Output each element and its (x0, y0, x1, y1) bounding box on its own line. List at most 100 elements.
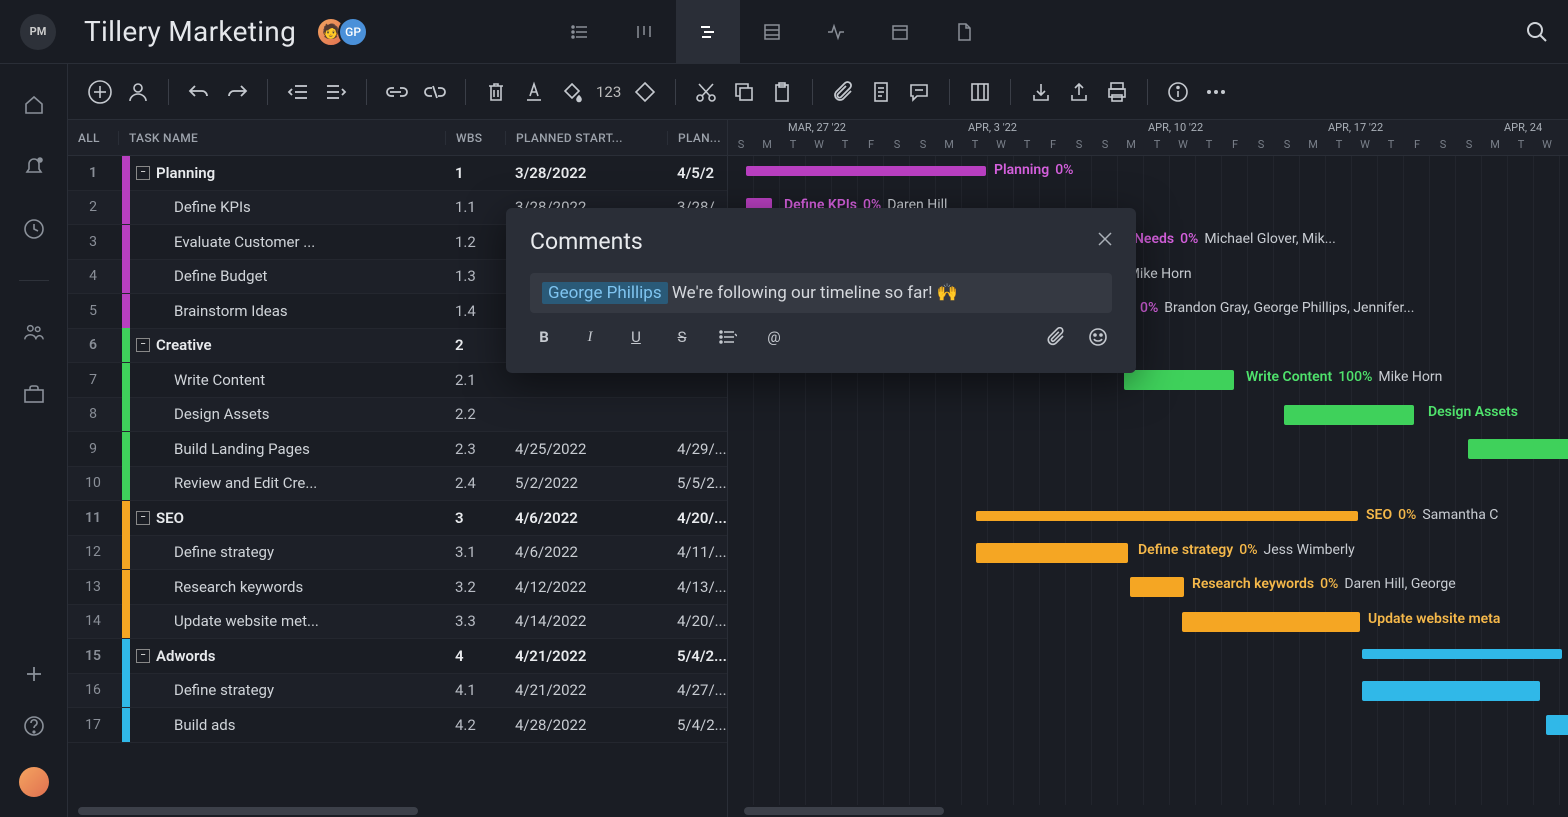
project-title[interactable]: Tillery Marketing (84, 15, 296, 48)
close-icon[interactable] (1096, 230, 1114, 248)
paste-icon[interactable] (768, 78, 796, 106)
end-cell[interactable]: 5/4/2... (667, 647, 727, 665)
end-cell[interactable]: 4/13/... (667, 578, 727, 596)
wbs-cell[interactable]: 2.1 (445, 371, 505, 389)
task-name[interactable]: Define strategy (174, 543, 274, 561)
task-name[interactable]: Define Budget (174, 267, 267, 285)
columns-icon[interactable] (966, 78, 994, 106)
cut-icon[interactable] (692, 78, 720, 106)
text-color-icon[interactable] (520, 78, 548, 106)
task-name[interactable]: Build Landing Pages (174, 440, 310, 458)
export-icon[interactable] (1065, 78, 1093, 106)
end-cell[interactable]: 4/11/... (667, 543, 727, 561)
task-name[interactable]: Planning (156, 164, 215, 182)
copy-icon[interactable] (730, 78, 758, 106)
collapse-icon[interactable]: − (136, 338, 150, 352)
user-avatar[interactable] (19, 767, 49, 797)
briefcase-icon[interactable] (23, 383, 45, 405)
wbs-cell[interactable]: 4 (445, 647, 505, 665)
task-row[interactable]: 1 − Planning 1 3/28/2022 4/5/2 (68, 156, 727, 191)
end-cell[interactable]: 5/5/2... (667, 474, 727, 492)
undo-icon[interactable] (185, 78, 213, 106)
task-name[interactable]: Design Assets (174, 405, 270, 423)
wbs-cell[interactable]: 1 (445, 164, 505, 182)
task-row[interactable]: 17 Build ads 4.2 4/28/2022 5/4/2... (68, 708, 727, 743)
avatar-user-2[interactable]: GP (338, 17, 368, 47)
start-cell[interactable]: 4/6/2022 (505, 543, 667, 561)
end-cell[interactable]: 4/27/... (667, 681, 727, 699)
search-icon[interactable] (1526, 21, 1548, 43)
list-format-icon[interactable] (714, 323, 742, 351)
toolbar-number[interactable]: 123 (596, 83, 621, 101)
task-name[interactable]: Brainstorm Ideas (174, 302, 288, 320)
gantt-bar[interactable] (1362, 681, 1540, 701)
add-task-icon[interactable] (86, 78, 114, 106)
gantt-bar[interactable] (1182, 612, 1360, 632)
start-cell[interactable]: 4/28/2022 (505, 716, 667, 734)
grid-scrollbar[interactable] (74, 807, 721, 815)
mention-chip[interactable]: George Phillips (542, 282, 668, 304)
task-row[interactable]: 13 Research keywords 3.2 4/12/2022 4/13/… (68, 570, 727, 605)
end-cell[interactable]: 5/4/2... (667, 716, 727, 734)
end-cell[interactable]: 4/20/... (667, 612, 727, 630)
people-icon[interactable] (23, 321, 45, 343)
gantt-bar[interactable] (746, 166, 986, 176)
wbs-cell[interactable]: 4.2 (445, 716, 505, 734)
collapse-icon[interactable]: − (136, 166, 150, 180)
attachment-icon[interactable] (829, 78, 857, 106)
col-end[interactable]: PLAN... (667, 131, 727, 145)
wbs-cell[interactable]: 3.1 (445, 543, 505, 561)
gantt-bar[interactable] (976, 543, 1128, 563)
collapse-icon[interactable]: − (136, 511, 150, 525)
print-icon[interactable] (1103, 78, 1131, 106)
add-icon[interactable] (23, 663, 45, 685)
task-name[interactable]: Write Content (174, 371, 265, 389)
wbs-cell[interactable]: 2.2 (445, 405, 505, 423)
italic-icon[interactable]: I (576, 323, 604, 351)
end-cell[interactable]: 4/29/... (667, 440, 727, 458)
help-icon[interactable] (23, 715, 45, 737)
task-name[interactable]: Evaluate Customer ... (174, 233, 315, 251)
task-row[interactable]: 16 Define strategy 4.1 4/21/2022 4/27/..… (68, 674, 727, 709)
comment-input[interactable]: George Phillips We're following our time… (530, 273, 1112, 313)
start-cell[interactable]: 4/14/2022 (505, 612, 667, 630)
view-sheet-icon[interactable] (740, 0, 804, 64)
task-row[interactable]: 14 Update website met... 3.3 4/14/2022 4… (68, 605, 727, 640)
info-icon[interactable] (1164, 78, 1192, 106)
wbs-cell[interactable]: 3 (445, 509, 505, 527)
view-file-icon[interactable] (932, 0, 996, 64)
wbs-cell[interactable]: 1.3 (445, 267, 505, 285)
task-row[interactable]: 10 Review and Edit Cre... 2.4 5/2/2022 5… (68, 467, 727, 502)
import-icon[interactable] (1027, 78, 1055, 106)
fill-color-icon[interactable] (558, 78, 586, 106)
task-row[interactable]: 15 − Adwords 4 4/21/2022 5/4/2... (68, 639, 727, 674)
attach-icon[interactable] (1042, 323, 1070, 351)
task-name[interactable]: Adwords (156, 647, 215, 665)
wbs-cell[interactable]: 3.3 (445, 612, 505, 630)
gantt-scrollbar[interactable] (734, 807, 1562, 815)
redo-icon[interactable] (223, 78, 251, 106)
gantt-bar[interactable] (1130, 577, 1184, 597)
task-row[interactable]: 9 Build Landing Pages 2.3 4/25/2022 4/29… (68, 432, 727, 467)
wbs-cell[interactable]: 2.3 (445, 440, 505, 458)
unlink-icon[interactable] (421, 78, 449, 106)
task-row[interactable]: 12 Define strategy 3.1 4/6/2022 4/11/... (68, 536, 727, 571)
delete-icon[interactable] (482, 78, 510, 106)
notes-icon[interactable] (867, 78, 895, 106)
gantt-bar[interactable] (1468, 439, 1568, 459)
start-cell[interactable]: 4/21/2022 (505, 681, 667, 699)
task-row[interactable]: 11 − SEO 3 4/6/2022 4/20/... (68, 501, 727, 536)
task-name[interactable]: Update website met... (174, 612, 319, 630)
col-wbs[interactable]: WBS (445, 131, 505, 145)
more-icon[interactable] (1202, 78, 1230, 106)
task-name[interactable]: Define strategy (174, 681, 274, 699)
emoji-icon[interactable] (1084, 323, 1112, 351)
gantt-bar[interactable] (1362, 649, 1562, 659)
start-cell[interactable]: 4/12/2022 (505, 578, 667, 596)
col-name[interactable]: TASK NAME (118, 131, 445, 145)
task-name[interactable]: Creative (156, 336, 212, 354)
task-name[interactable]: Review and Edit Cre... (174, 474, 317, 492)
wbs-cell[interactable]: 2 (445, 336, 505, 354)
wbs-cell[interactable]: 1.2 (445, 233, 505, 251)
indent-icon[interactable] (322, 78, 350, 106)
